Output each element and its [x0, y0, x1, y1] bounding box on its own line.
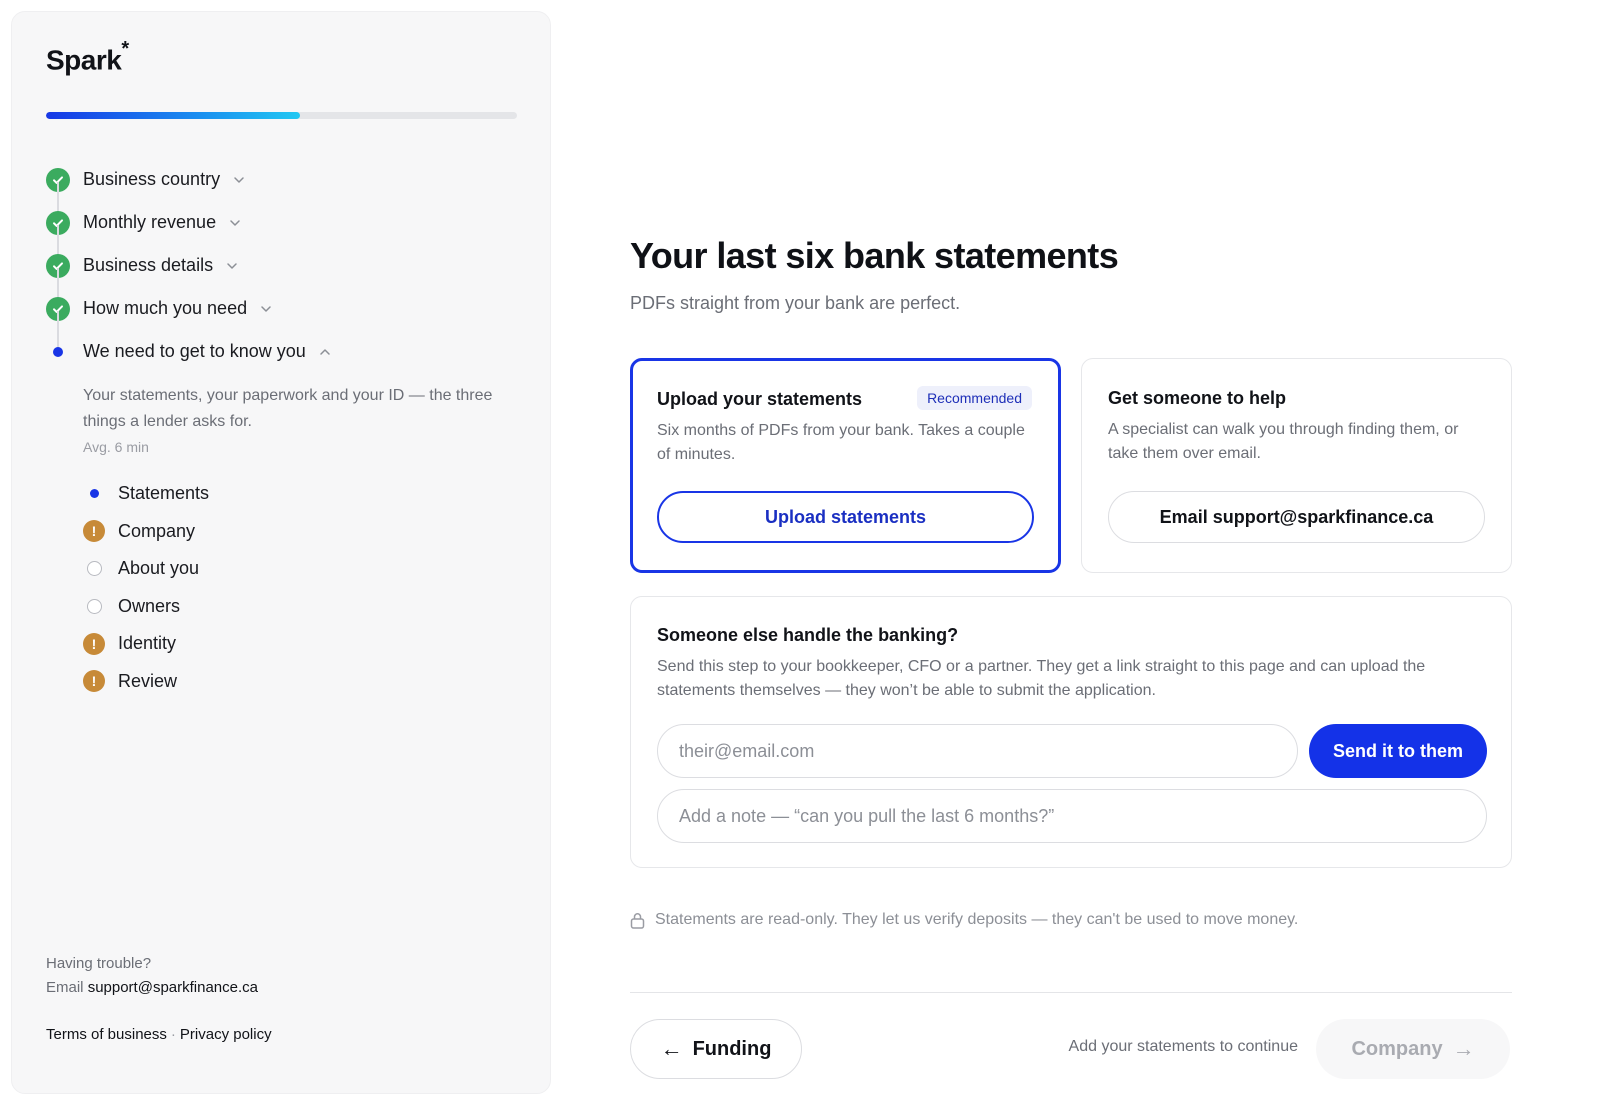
- step-monthly-revenue[interactable]: Monthly revenue: [46, 201, 526, 268]
- substep-label: Company: [118, 520, 196, 541]
- progress-bar-fill: [46, 112, 301, 119]
- step-get-to-know-you[interactable]: We need to get to know you: [46, 330, 526, 373]
- substep-statements[interactable]: Statements: [83, 475, 526, 513]
- help-question: Having trouble?: [46, 955, 152, 972]
- step-description: Your statements, your paperwork and your…: [83, 387, 493, 430]
- warning-icon: !: [83, 670, 105, 693]
- substep-review[interactable]: ! Review: [83, 663, 526, 701]
- lock-icon: [630, 912, 645, 929]
- sidebar: Spark* Business country Monthly revenue …: [11, 11, 551, 1094]
- step-business-details[interactable]: Business details: [46, 244, 526, 311]
- delegate-email-input[interactable]: [679, 740, 1297, 762]
- page-title: Your last six bank statements: [630, 235, 1119, 276]
- delegate-card: Someone else handle the banking? Send th…: [630, 596, 1512, 868]
- arrow-right-icon: →: [1452, 1036, 1475, 1061]
- footer-divider: [630, 992, 1512, 993]
- chevron-down-icon[interactable]: [228, 216, 242, 230]
- empty-circle-icon: [83, 558, 105, 580]
- substep-about-you[interactable]: About you: [83, 550, 526, 588]
- brand-name: Spark: [46, 44, 122, 76]
- send-to-them-button[interactable]: Send it to them: [1309, 724, 1487, 778]
- substep-label: Review: [118, 670, 178, 691]
- help-option-card[interactable]: Get someone to help A specialist can wal…: [1081, 358, 1512, 573]
- back-to-funding-button[interactable]: ← Funding: [630, 1019, 802, 1079]
- security-note: Statements are read-only. They let us ve…: [630, 911, 1298, 929]
- step-list: Business country Monthly revenue Busines…: [46, 158, 526, 700]
- help-email-prefix: Email: [46, 979, 84, 996]
- substep-label: Owners: [118, 595, 181, 616]
- substep-label: Statements: [118, 483, 210, 504]
- help-card-body: A specialist can walk you through findin…: [1108, 421, 1459, 462]
- recommended-badge: Recommended: [917, 386, 1032, 410]
- delegate-note-field[interactable]: [657, 789, 1487, 843]
- current-dot-icon: [83, 483, 105, 505]
- privacy-link[interactable]: Privacy policy: [180, 1026, 272, 1043]
- upload-statements-button[interactable]: Upload statements: [657, 491, 1034, 543]
- delegate-email-field[interactable]: [657, 724, 1298, 778]
- delegate-card-body: Send this step to your bookkeeper, CFO o…: [657, 658, 1426, 699]
- empty-circle-icon: [83, 595, 105, 617]
- page-subtitle: PDFs straight from your bank are perfect…: [630, 293, 961, 313]
- delegate-card-heading: Someone else handle the banking?: [657, 625, 959, 645]
- chevron-down-icon[interactable]: [225, 259, 239, 273]
- step-label: How much you need: [83, 298, 248, 318]
- progress-bar: [46, 112, 517, 119]
- security-note-text: Statements are read-only. They let us ve…: [655, 911, 1299, 928]
- step-how-much-you-need[interactable]: How much you need: [46, 287, 526, 354]
- chevron-down-icon[interactable]: [232, 173, 246, 187]
- step-business-country[interactable]: Business country: [46, 158, 526, 225]
- substep-label: About you: [118, 558, 200, 579]
- legal-links: Terms of business · Privacy policy: [46, 1026, 272, 1043]
- upload-card-heading: Upload your statements: [657, 389, 863, 409]
- brand-mark: *: [121, 38, 129, 60]
- step-label: Business country: [83, 169, 221, 189]
- step-label: Business details: [83, 255, 214, 275]
- terms-link[interactable]: Terms of business: [46, 1026, 167, 1043]
- chevron-down-icon[interactable]: [259, 302, 273, 316]
- help-card-heading: Get someone to help: [1108, 388, 1287, 408]
- substep-identity[interactable]: ! Identity: [83, 625, 526, 663]
- delegate-note-input[interactable]: [679, 805, 1486, 827]
- active-dot-icon: [46, 340, 70, 364]
- warning-icon: !: [83, 520, 105, 543]
- substep-list: Statements ! Company About you Owners ! …: [83, 475, 526, 700]
- support-email-link[interactable]: support@sparkfinance.ca: [88, 979, 258, 996]
- substep-label: Identity: [118, 633, 177, 654]
- back-button-label: Funding: [692, 1037, 772, 1060]
- email-support-button[interactable]: Email support@sparkfinance.ca: [1108, 491, 1485, 543]
- help-section: Having trouble? Email support@sparkfinan…: [46, 952, 258, 1000]
- warning-icon: !: [83, 632, 105, 655]
- arrow-left-icon: ←: [660, 1036, 683, 1061]
- chevron-up-icon[interactable]: [318, 345, 332, 359]
- next-button-label: Company: [1351, 1037, 1443, 1060]
- step-label: Monthly revenue: [83, 212, 217, 232]
- substep-company[interactable]: ! Company: [83, 513, 526, 551]
- brand-logo[interactable]: Spark*: [46, 38, 129, 76]
- step-duration: Avg. 6 min: [83, 439, 149, 455]
- help-email-line: Email support@sparkfinance.ca: [46, 976, 258, 1000]
- upload-option-card[interactable]: Upload your statements Recommended Six m…: [630, 358, 1061, 573]
- next-company-button[interactable]: Company →: [1316, 1019, 1510, 1079]
- continue-hint: Add your statements to continue: [1068, 1038, 1298, 1055]
- upload-card-body: Six months of PDFs from your bank. Takes…: [657, 422, 1025, 463]
- substep-owners[interactable]: Owners: [83, 588, 526, 626]
- step-label: We need to get to know you: [83, 341, 306, 361]
- legal-separator: ·: [170, 1026, 176, 1043]
